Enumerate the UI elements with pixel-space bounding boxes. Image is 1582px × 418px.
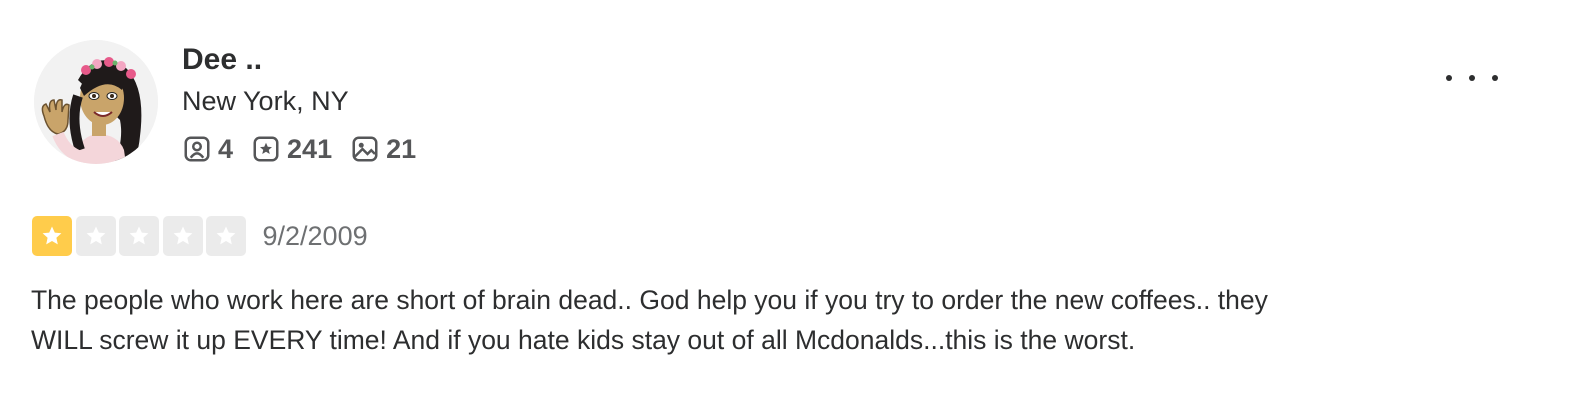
- avatar-image: [34, 40, 158, 164]
- star-icon: [173, 226, 192, 245]
- review-date: 9/2/2009: [262, 221, 368, 251]
- friends-stat: 4: [182, 132, 233, 166]
- star-icon: [129, 226, 149, 245]
- user-stats: 4 241 21: [182, 130, 434, 168]
- friends-icon: [182, 134, 212, 164]
- friends-count: 4: [218, 134, 234, 164]
- more-options-icon: [1469, 75, 1475, 81]
- more-options-button[interactable]: [1446, 62, 1498, 94]
- reviews-count: 241: [287, 134, 333, 164]
- user-name[interactable]: Dee ..: [182, 42, 262, 78]
- star-empty: [206, 216, 246, 256]
- photos-count: 21: [386, 134, 417, 164]
- photo-icon: [350, 134, 380, 164]
- review-text: The people who work here are short of br…: [31, 285, 1268, 355]
- rating-row: 9/2/2009: [32, 215, 368, 257]
- star-icon: [42, 226, 62, 245]
- user-avatar[interactable]: [34, 40, 158, 164]
- star-empty: [162, 216, 203, 256]
- star-icon: [216, 226, 236, 245]
- user-location: New York, NY: [182, 86, 349, 116]
- star-rating: [32, 216, 250, 256]
- review-card: Dee .. New York, NY 4 241 21 9/2/2009 Th…: [0, 0, 1582, 418]
- star-icon: [86, 226, 105, 245]
- review-star-icon: [251, 134, 281, 164]
- star-filled: [32, 216, 72, 256]
- more-options-icon: [1446, 75, 1452, 81]
- reviews-stat: 241: [251, 132, 332, 166]
- star-empty: [75, 216, 116, 256]
- photos-stat: 21: [350, 132, 416, 166]
- more-options-icon: [1492, 75, 1498, 81]
- star-empty: [119, 216, 159, 256]
